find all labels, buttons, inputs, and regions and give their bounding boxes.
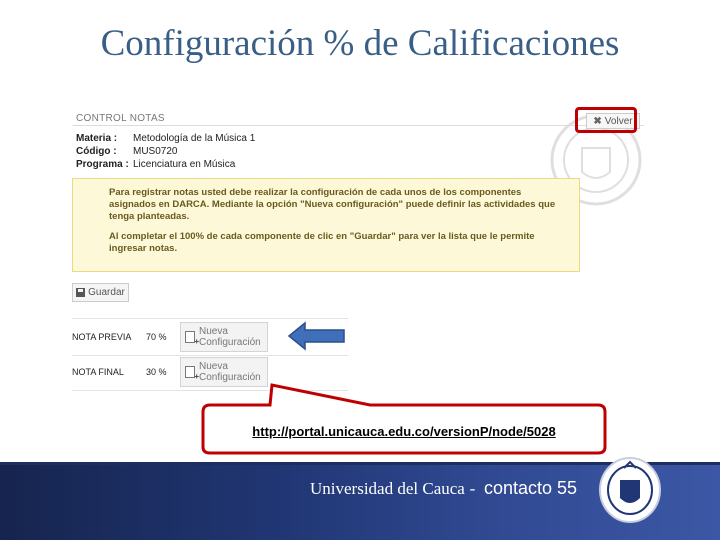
new-configuration-button[interactable]: Nueva Configuración [180,322,268,352]
notice-paragraph: Para registrar notas usted debe realizar… [109,187,556,222]
portal-url-link[interactable]: http://portal.unicauca.edu.co/versionP/n… [203,410,605,452]
save-button[interactable]: Guardar [72,283,129,302]
app-screenshot: CONTROL NOTAS ✖ Volver Materia : Metodol… [68,106,648,396]
save-disk-icon [76,288,86,297]
footer-separator: - [469,479,476,498]
panel-divider [72,125,644,126]
config-label-line2: Configuración [199,372,261,383]
save-button-label: Guardar [88,287,125,298]
grade-name: NOTA PREVIA [72,332,132,342]
info-row-programa: Programa : Licenciatura en Música [76,159,255,172]
info-label: Código : [76,146,117,157]
footer-university: Universidad del Cauca [310,479,465,498]
new-document-icon [185,366,199,382]
grade-name: NOTA FINAL [72,367,124,377]
new-document-icon [185,331,199,347]
config-label-line2: Configuración [199,337,261,348]
back-button-highlight [575,107,637,133]
university-seal-icon [599,457,661,523]
panel-title: CONTROL NOTAS [76,113,165,124]
info-value: Licenciatura en Música [133,159,236,170]
footer-contact: contacto 55 [483,478,578,498]
info-label: Programa : [76,159,129,170]
slide-title: Configuración % de Calificaciones [100,23,620,64]
config-button-label: Nueva Configuración [199,326,261,348]
notice-paragraph: Al completar el 100% de cada componente … [109,231,535,254]
info-row-materia: Materia : Metodología de la Música 1 [76,133,255,146]
info-value: MUS0720 [133,146,178,157]
info-value: Metodología de la Música 1 [133,133,256,144]
grade-percent: 70 % [146,332,167,342]
course-info: Materia : Metodología de la Música 1 Cód… [76,133,255,172]
info-row-codigo: Código : MUS0720 [76,146,255,159]
info-label: Materia : [76,133,118,144]
footer-text: Universidad del Cauca - contacto 55 [310,478,577,499]
config-label-line1: Nueva [199,361,228,372]
instructions-notice: Para registrar notas usted debe realizar… [72,178,580,272]
grade-percent: 30 % [146,367,167,377]
config-button-label: Nueva Configuración [199,361,261,383]
config-label-line1: Nueva [199,326,228,337]
left-arrow-icon [287,321,345,351]
